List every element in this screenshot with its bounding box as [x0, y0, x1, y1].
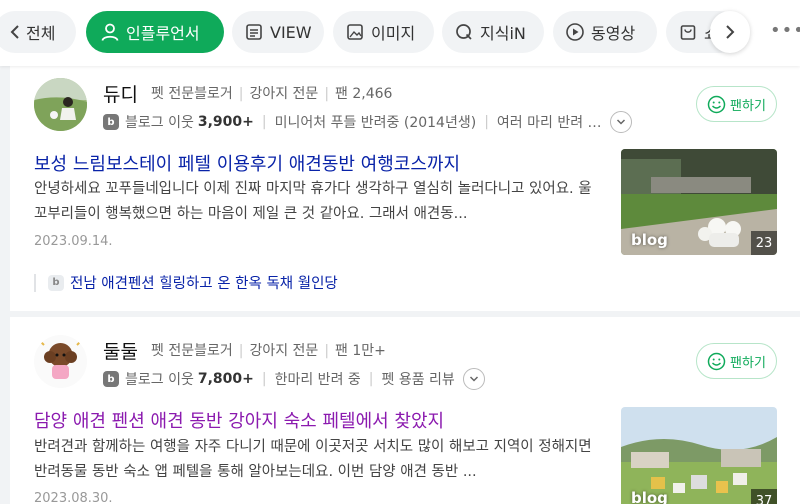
fan-button-label: 팬하기	[730, 98, 766, 114]
post-date: 2023.08.30.	[34, 491, 113, 504]
post-description[interactable]: 안녕하세요 꼬푸들네입니다 이제 진짜 마지막 휴가다 생각하구 열심히 놀러다…	[34, 177, 594, 227]
influencer-sub-info: b 블로그 이웃 7,800+ | 한마리 반려 중 | 펫 용품 리뷰	[103, 368, 485, 390]
fan-button-label: 팬하기	[730, 355, 766, 371]
tab-video[interactable]: 동영상	[553, 11, 657, 53]
related-post-link[interactable]: b 전남 애견펜션 힐링하고 온 한옥 독채 월인당	[34, 272, 338, 293]
post-date: 2023.09.14.	[34, 234, 113, 249]
expand-tags-button[interactable]	[462, 368, 485, 390]
tabs-next-button[interactable]	[710, 11, 750, 53]
tab-influencer-label: 인플루언서	[126, 24, 200, 43]
tab-knowledge-in-label: 지식iN	[480, 24, 526, 43]
fan-button[interactable]: 팬하기	[696, 86, 777, 122]
influencer-specialty: 강아지 전문	[249, 343, 319, 359]
influencer-result-card: 둘둘 펫 전문블로거 | 강아지 전문 | 팬 1만+ b 블로그 이웃 7,800+ …	[10, 317, 800, 504]
neighbors-count: 7,800+	[197, 371, 254, 387]
thumbnail-image-count: 37	[751, 489, 777, 504]
smile-icon	[707, 95, 726, 113]
neighbors-label: 블로그 이웃	[125, 115, 194, 131]
neighbors-label: 블로그 이웃	[125, 372, 194, 388]
related-post-title[interactable]: 전남 애견펜션 힐링하고 온 한옥 독채 월인당	[70, 272, 338, 293]
avatar[interactable]	[34, 78, 87, 131]
search-tab-bar: 전체 인플루언서 VIEW 이미지 지식iN 동영상 쇼 •••	[0, 0, 800, 66]
tab-all-label: 전체	[26, 24, 56, 43]
influencer-specialty: 강아지 전문	[249, 86, 319, 102]
play-icon	[566, 23, 584, 41]
thumbnail-source-label: blog	[631, 489, 668, 504]
thumbnail-source-label: blog	[631, 231, 668, 249]
influencer-role: 펫 전문블로거	[151, 343, 233, 359]
influencer-result-card: 듀디 펫 전문블로거 | 강아지 전문 | 팬 2,466 b 블로그 이웃 3,900…	[10, 66, 800, 311]
tab-image[interactable]: 이미지	[333, 11, 434, 53]
influencer-sub-info: b 블로그 이웃 3,900+ | 미니어처 푸들 반려중 (2014년생) |…	[103, 111, 632, 133]
tab-all[interactable]: 전체	[0, 11, 76, 53]
more-menu-icon[interactable]: •••	[770, 20, 800, 41]
fan-count: 팬 1만+	[335, 343, 386, 359]
blog-badge-icon: b	[103, 114, 119, 130]
neighbors-count: 3,900+	[197, 114, 254, 130]
influencer-tag: 한마리 반려 중	[274, 372, 361, 388]
influencer-name[interactable]: 듀디	[103, 80, 138, 107]
post-title-link[interactable]: 담양 애견 펜션 애견 동반 강아지 숙소 페텔에서 찾았지	[34, 407, 444, 433]
tab-video-label: 동영상	[591, 24, 636, 43]
tab-knowledge-in[interactable]: 지식iN	[442, 11, 544, 53]
image-icon	[347, 24, 363, 40]
blog-badge-icon: b	[48, 274, 64, 291]
expand-tags-button[interactable]	[609, 111, 632, 133]
avatar[interactable]	[34, 335, 87, 388]
chevron-down-icon	[469, 376, 478, 382]
post-title-link[interactable]: 보성 느림보스테이 페텔 이용후기 애견동반 여행코스까지	[34, 150, 460, 176]
chevron-right-icon	[726, 25, 735, 39]
shopping-bag-icon	[680, 25, 696, 40]
document-icon	[246, 24, 262, 40]
thumbnail-image-count: 23	[751, 231, 777, 255]
person-icon	[101, 23, 119, 41]
influencer-name[interactable]: 둘둘	[103, 337, 138, 364]
influencer-role: 펫 전문블로거	[151, 86, 233, 102]
post-thumbnail[interactable]: blog 37	[621, 407, 777, 504]
fan-button[interactable]: 팬하기	[696, 343, 777, 379]
post-description[interactable]: 반려견과 함께하는 여행을 자주 다니기 때문에 이곳저곳 서치도 많이 해보고…	[34, 435, 594, 485]
influencer-tag: 미니어처 푸들 반려중 (2014년생)	[274, 115, 477, 131]
influencer-meta: 펫 전문블로거 | 강아지 전문 | 팬 1만+	[151, 343, 386, 359]
influencer-meta: 펫 전문블로거 | 강아지 전문 | 팬 2,466	[151, 86, 393, 102]
tab-influencer[interactable]: 인플루언서	[86, 11, 224, 53]
q-icon	[456, 24, 472, 40]
smile-icon	[707, 352, 726, 370]
fan-count: 팬 2,466	[335, 86, 393, 102]
post-thumbnail[interactable]: blog 23	[621, 149, 777, 255]
chevron-left-icon	[10, 25, 19, 39]
tab-image-label: 이미지	[371, 24, 416, 43]
chevron-down-icon	[616, 119, 625, 125]
divider	[34, 273, 36, 292]
influencer-tag: 펫 용품 리뷰	[381, 372, 455, 388]
tab-view-label: VIEW	[270, 22, 312, 42]
blog-badge-icon: b	[103, 371, 119, 387]
tab-view[interactable]: VIEW	[232, 11, 324, 53]
influencer-tag: 여러 마리 반려 …	[496, 115, 602, 131]
